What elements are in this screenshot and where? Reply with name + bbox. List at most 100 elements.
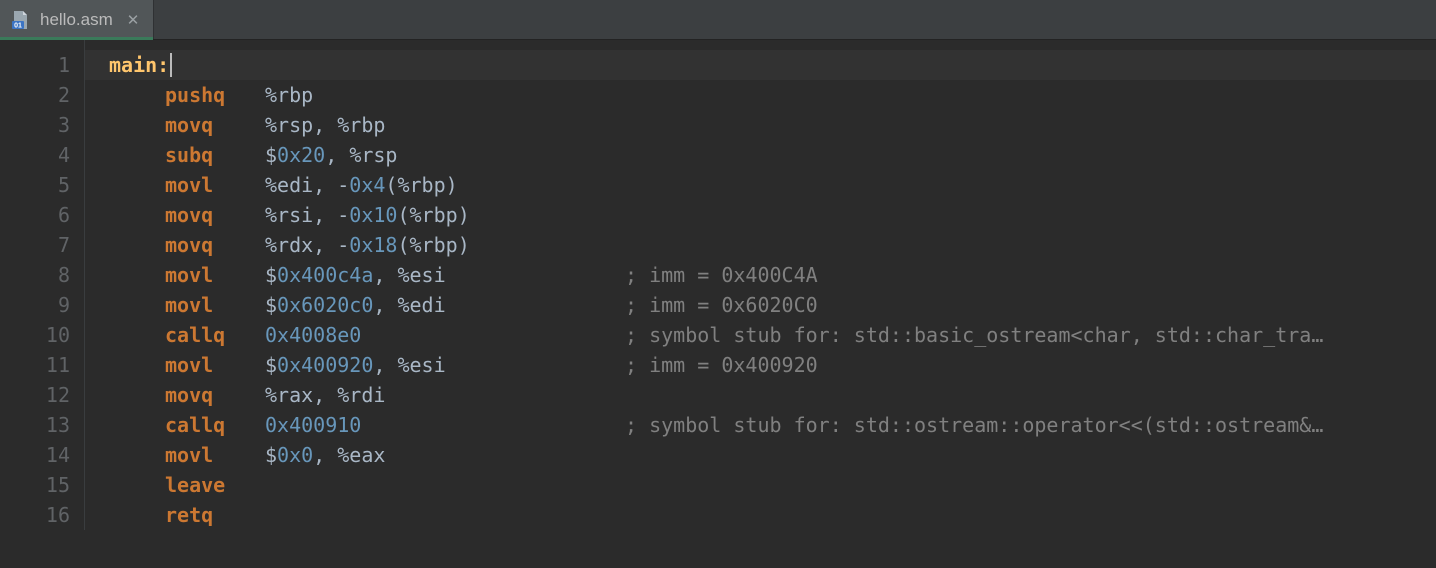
asm-register: %rax [265, 383, 313, 407]
asm-punct: ) [458, 233, 470, 257]
asm-operands: %rsi, -0x10(%rbp) [265, 200, 625, 230]
code-line[interactable]: main: [85, 50, 1436, 80]
asm-punct: , [325, 143, 349, 167]
asm-register: %edi [397, 293, 445, 317]
asm-punct: $ [265, 143, 277, 167]
code-line[interactable]: movl$0x0, %eax [85, 440, 1436, 470]
asm-mnemonic: callq [165, 320, 265, 350]
asm-operands: %rsp, %rbp [265, 110, 625, 140]
code-line[interactable]: callq0x400910; symbol stub for: std::ost… [85, 410, 1436, 440]
asm-register: %rbp [410, 233, 458, 257]
asm-punct: , - [313, 233, 349, 257]
code-line[interactable]: retq [85, 500, 1436, 530]
asm-register: %rdi [337, 383, 385, 407]
asm-operands: $0x0, %eax [265, 440, 625, 470]
code-line[interactable]: pushq%rbp [85, 80, 1436, 110]
asm-hex: 0x400910 [265, 413, 361, 437]
asm-register: %rbp [265, 83, 313, 107]
line-number: 16 [0, 500, 70, 530]
line-number: 7 [0, 230, 70, 260]
asm-register: %eax [337, 443, 385, 467]
code-content[interactable]: main:pushq%rbpmovq%rsp, %rbpsubq$0x20, %… [84, 40, 1436, 530]
asm-punct: , [313, 383, 337, 407]
asm-punct: , - [313, 203, 349, 227]
asm-comment: ; imm = 0x6020C0 [625, 293, 818, 317]
asm-operands: 0x4008e0 [265, 320, 625, 350]
code-line[interactable]: movl%edi, -0x4(%rbp) [85, 170, 1436, 200]
asm-operands: %rax, %rdi [265, 380, 625, 410]
asm-punct: ( [397, 203, 409, 227]
asm-punct: ) [446, 173, 458, 197]
line-number: 3 [0, 110, 70, 140]
asm-operands: $0x400c4a, %esi [265, 260, 625, 290]
code-line[interactable]: leave [85, 470, 1436, 500]
asm-punct: $ [265, 443, 277, 467]
asm-mnemonic: movq [165, 230, 265, 260]
asm-mnemonic: subq [165, 140, 265, 170]
asm-mnemonic: movl [165, 290, 265, 320]
asm-hex: 0x4 [349, 173, 385, 197]
code-line[interactable]: movq%rdx, -0x18(%rbp) [85, 230, 1436, 260]
line-number: 2 [0, 80, 70, 110]
asm-punct: $ [265, 293, 277, 317]
close-icon[interactable]: ✕ [123, 11, 140, 29]
asm-register: %rsp [265, 113, 313, 137]
asm-hex: 0x400920 [277, 353, 373, 377]
line-number: 13 [0, 410, 70, 440]
asm-hex: 0x18 [349, 233, 397, 257]
asm-mnemonic: movq [165, 200, 265, 230]
asm-register: %rbp [337, 113, 385, 137]
asm-punct: , [373, 353, 397, 377]
code-line[interactable]: movq%rsp, %rbp [85, 110, 1436, 140]
line-number: 4 [0, 140, 70, 170]
code-line[interactable]: subq$0x20, %rsp [85, 140, 1436, 170]
asm-punct: , [373, 263, 397, 287]
asm-punct: $ [265, 353, 277, 377]
asm-hex: 0x400c4a [277, 263, 373, 287]
asm-hex: 0x6020c0 [277, 293, 373, 317]
line-number: 8 [0, 260, 70, 290]
tab-filename: hello.asm [40, 10, 113, 30]
asm-punct: , [313, 443, 337, 467]
line-number: 10 [0, 320, 70, 350]
asm-mnemonic: movl [165, 440, 265, 470]
asm-operands: $0x6020c0, %edi [265, 290, 625, 320]
asm-register: %edi [265, 173, 313, 197]
asm-mnemonic: movl [165, 170, 265, 200]
asm-mnemonic: retq [165, 500, 265, 530]
asm-punct: $ [265, 263, 277, 287]
asm-punct: ) [458, 203, 470, 227]
asm-operands: $0x20, %rsp [265, 140, 625, 170]
asm-operands: %edi, -0x4(%rbp) [265, 170, 625, 200]
code-line[interactable]: callq0x4008e0; symbol stub for: std::bas… [85, 320, 1436, 350]
asm-operands: %rbp [265, 80, 625, 110]
asm-punct: ( [397, 233, 409, 257]
asm-register: %rsi [265, 203, 313, 227]
tab-hello-asm[interactable]: 01 hello.asm ✕ [0, 0, 154, 39]
asm-punct: , [313, 113, 337, 137]
asm-mnemonic: pushq [165, 80, 265, 110]
editor-area[interactable]: 12345678910111213141516 main:pushq%rbpmo… [0, 40, 1436, 568]
line-number: 12 [0, 380, 70, 410]
code-line[interactable]: movl$0x6020c0, %edi; imm = 0x6020C0 [85, 290, 1436, 320]
code-line[interactable]: movl$0x400c4a, %esi; imm = 0x400C4A [85, 260, 1436, 290]
asm-operands: %rdx, -0x18(%rbp) [265, 230, 625, 260]
asm-punct: , [373, 293, 397, 317]
asm-comment: ; symbol stub for: std::ostream::operato… [625, 413, 1323, 437]
asm-punct: ( [385, 173, 397, 197]
line-number: 5 [0, 170, 70, 200]
line-number: 9 [0, 290, 70, 320]
code-line[interactable]: movq%rax, %rdi [85, 380, 1436, 410]
code-line[interactable]: movl$0x400920, %esi; imm = 0x400920 [85, 350, 1436, 380]
asm-register: %rbp [397, 173, 445, 197]
asm-register: %rdx [265, 233, 313, 257]
asm-register: %esi [397, 263, 445, 287]
asm-mnemonic: movq [165, 380, 265, 410]
code-line[interactable]: movq%rsi, -0x10(%rbp) [85, 200, 1436, 230]
asm-punct: , - [313, 173, 349, 197]
asm-hex: 0x4008e0 [265, 323, 361, 347]
asm-file-icon: 01 [10, 10, 30, 30]
asm-register: %rsp [349, 143, 397, 167]
asm-hex: 0x10 [349, 203, 397, 227]
svg-text:01: 01 [14, 22, 22, 29]
